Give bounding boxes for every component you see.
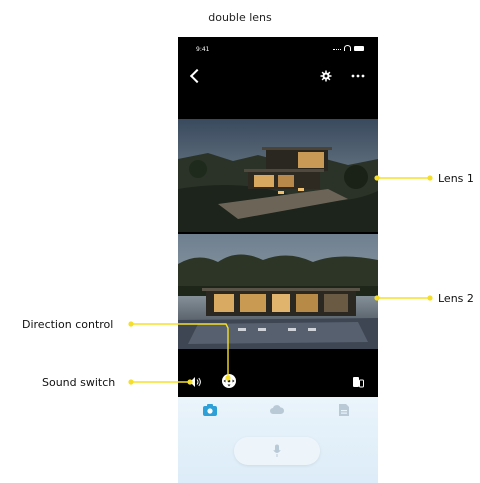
sound-switch-icon[interactable] <box>188 376 202 388</box>
talk-button[interactable] <box>234 437 320 465</box>
direction-control-icon[interactable] <box>221 373 237 389</box>
lens2-video-feed[interactable] <box>178 234 378 349</box>
sound-switch-label: Sound switch <box>42 376 116 389</box>
microphone-icon <box>273 444 281 457</box>
lens1-video-feed[interactable] <box>178 119 378 232</box>
status-icons <box>333 45 364 51</box>
status-time: 9:41 <box>196 46 210 53</box>
lens2-label: Lens 2 <box>438 292 474 305</box>
back-icon[interactable] <box>189 68 205 84</box>
direction-control-label: Direction control <box>22 318 114 331</box>
wifi-icon <box>344 45 351 51</box>
signal-icon <box>333 46 341 50</box>
battery-icon <box>354 45 364 51</box>
bottom-panel <box>178 397 378 483</box>
tab-cloud-icon[interactable] <box>269 403 285 417</box>
split-screen-icon[interactable] <box>352 376 364 388</box>
phone-screen: 9:41 <box>178 37 378 483</box>
lens1-label: Lens 1 <box>438 172 474 185</box>
figure-caption: double lens <box>208 11 272 24</box>
tab-live-camera-icon[interactable] <box>202 403 218 417</box>
gear-icon[interactable] <box>320 70 332 82</box>
status-bar: 9:41 <box>178 37 378 63</box>
more-options-icon[interactable] <box>350 70 366 82</box>
tab-record-file-icon[interactable] <box>336 403 352 417</box>
